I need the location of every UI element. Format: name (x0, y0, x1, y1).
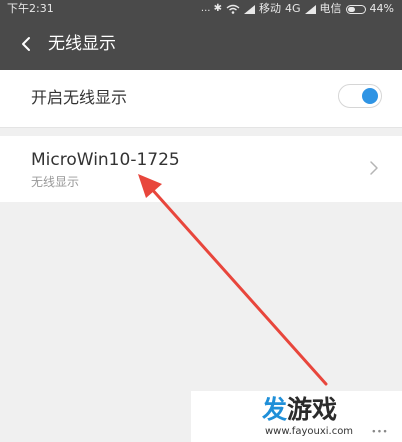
watermark-dots: ∙∙∙ (371, 427, 388, 437)
status-time: 下午2:31 (7, 2, 54, 15)
wifi-icon (226, 4, 240, 14)
title-bar: 下午2:31 ... ✱ 移动 4G 电信 44% 无线显示 (0, 0, 402, 70)
status-bar: 下午2:31 ... ✱ 移动 4G 电信 44% (0, 0, 402, 18)
watermark: 发游戏 www.fayouxi.com ∙∙∙ (191, 391, 402, 442)
bluetooth-icon: ... ✱ (200, 3, 223, 14)
chevron-right-icon (370, 161, 378, 175)
carrier-2: 电信 (319, 2, 342, 15)
battery-level (347, 6, 355, 12)
device-list-item[interactable]: MicroWin10-1725 无线显示 (0, 136, 402, 202)
battery-icon (345, 4, 366, 14)
wireless-display-switch[interactable] (338, 84, 382, 108)
carrier-1: 移动 (259, 2, 282, 15)
signal-icon (244, 4, 256, 14)
chevron-left-icon (22, 37, 30, 51)
status-icons: ... ✱ 移动 4G 电信 44% (201, 0, 394, 18)
back-button[interactable] (14, 32, 38, 56)
device-subtitle: 无线显示 (31, 175, 80, 189)
device-name: MicroWin10-1725 (31, 150, 180, 170)
page-title: 无线显示 (48, 34, 116, 54)
network-type: 4G (285, 2, 301, 15)
watermark-url: www.fayouxi.com (265, 426, 354, 437)
toggle-label: 开启无线显示 (31, 88, 128, 107)
battery-percent: 44% (369, 2, 394, 15)
switch-knob (362, 88, 378, 104)
watermark-logo: 发游戏 (262, 395, 338, 424)
signal-icon-2 (304, 4, 316, 14)
nav-bar: 无线显示 (0, 26, 402, 62)
